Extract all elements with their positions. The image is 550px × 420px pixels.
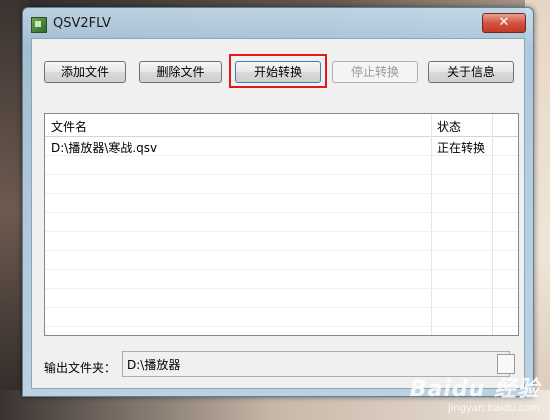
stop-convert-button[interactable]: 停止转换 <box>332 61 418 83</box>
empty-row <box>45 270 518 289</box>
empty-row <box>45 251 518 270</box>
list-header: 文件名 状态 <box>45 114 518 137</box>
list-item-filename: D:\播放器\寒战.qsv <box>51 141 158 155</box>
watermark-url: jingyan.baidu.com <box>447 403 540 414</box>
about-button[interactable]: 关于信息 <box>428 61 514 83</box>
close-button[interactable]: ✕ <box>482 13 526 33</box>
app-window: QSV2FLV ✕ 添加文件 删除文件 开始转换 停止转换 关于信息 文件名 状… <box>22 7 534 397</box>
close-icon: ✕ <box>498 15 510 30</box>
delete-file-button[interactable]: 删除文件 <box>139 61 222 83</box>
list-item[interactable]: D:\播放器\寒战.qsv 正在转换 <box>45 137 518 156</box>
empty-row <box>45 213 518 232</box>
column-header-filename[interactable]: 文件名 <box>51 118 87 135</box>
file-list[interactable]: 文件名 状态 D:\播放器\寒战.qsv 正在转换 <box>44 113 519 336</box>
client-area: 添加文件 删除文件 开始转换 停止转换 关于信息 文件名 状态 D:\播放器\寒… <box>31 38 525 389</box>
watermark-logo: Baidu 经验 <box>409 377 540 402</box>
watermark: Baidu 经验 jingyan.baidu.com <box>410 371 540 414</box>
list-item-status: 正在转换 <box>437 141 486 155</box>
window-title: QSV2FLV <box>53 16 111 31</box>
app-icon <box>31 17 47 33</box>
empty-row <box>45 156 518 175</box>
output-folder-label: 输出文件夹： <box>44 361 117 375</box>
empty-row <box>45 232 518 251</box>
title-bar[interactable]: QSV2FLV ✕ <box>23 8 533 38</box>
add-file-button[interactable]: 添加文件 <box>44 61 126 83</box>
column-header-status[interactable]: 状态 <box>437 118 461 135</box>
empty-row <box>45 175 518 194</box>
empty-row <box>45 308 518 327</box>
highlight-box <box>229 54 327 88</box>
empty-row <box>45 289 518 308</box>
empty-row <box>45 194 518 213</box>
